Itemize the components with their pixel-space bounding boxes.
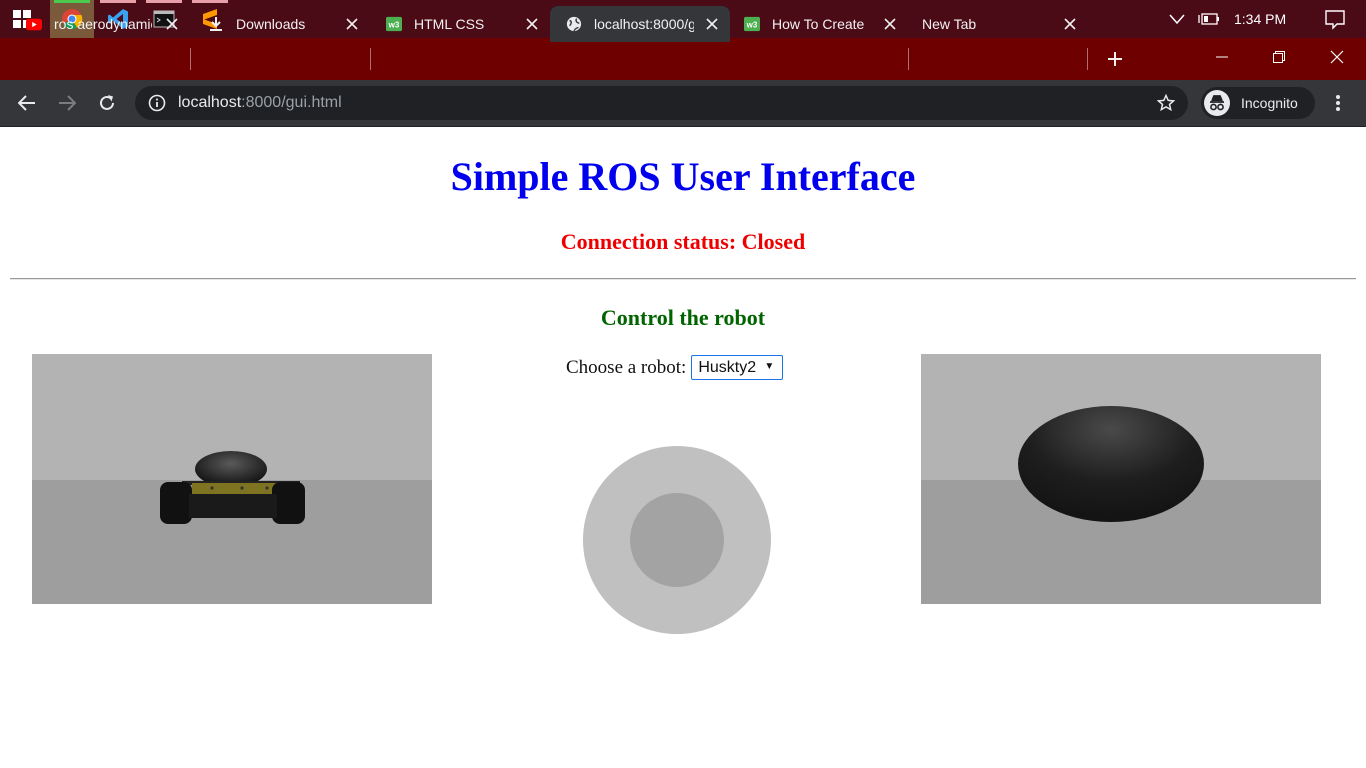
minimize-button[interactable] xyxy=(1193,38,1251,76)
page-title: Simple ROS User Interface xyxy=(450,154,916,199)
tab-title: HTML CSS xyxy=(414,16,485,32)
kebab-menu-icon xyxy=(1336,95,1340,111)
taskbar-running-indicator xyxy=(54,0,90,3)
url-host: localhost xyxy=(178,94,242,111)
divider xyxy=(10,278,1356,280)
joystick-knob[interactable] xyxy=(630,493,724,587)
incognito-icon xyxy=(1204,90,1230,116)
tab-title: localhost:8000/gui.html xyxy=(594,16,694,32)
back-button[interactable] xyxy=(13,89,41,117)
address-bar[interactable]: localhost:8000/gui.html xyxy=(135,86,1188,120)
url-path: :8000/gui.html xyxy=(241,94,342,111)
url-text[interactable]: localhost:8000/gui.html xyxy=(178,94,342,112)
youtube-icon xyxy=(26,16,42,32)
plus-icon xyxy=(1108,52,1122,66)
tab-how-to-create[interactable]: w3 How To Create xyxy=(718,6,908,42)
close-icon[interactable] xyxy=(1062,16,1078,32)
taskbar-running-indicator xyxy=(100,0,136,3)
svg-text:w3: w3 xyxy=(746,21,758,30)
restore-button[interactable] xyxy=(1250,38,1308,76)
camera-view-left xyxy=(32,354,432,604)
camera-view-right xyxy=(921,354,1321,604)
web-page: Simple ROS User Interface Connection sta… xyxy=(0,127,1366,768)
w3schools-icon: w3 xyxy=(386,16,402,32)
tab-title: Downloads xyxy=(236,16,306,32)
joystick-base[interactable] xyxy=(583,446,771,634)
robot-select[interactable]: Huskty2 ▼ xyxy=(691,355,784,380)
chevron-down-icon[interactable] xyxy=(1168,13,1186,25)
new-tab-button[interactable] xyxy=(1100,44,1130,74)
svg-text:w3: w3 xyxy=(388,21,400,30)
dome-view xyxy=(1018,406,1204,522)
close-icon xyxy=(1330,50,1344,64)
forward-button[interactable] xyxy=(53,89,81,117)
control-heading: Control the robot xyxy=(600,305,766,330)
restore-icon xyxy=(1273,51,1285,63)
connection-status: Connection status: Closed xyxy=(560,229,806,254)
taskbar-running-indicator xyxy=(146,0,182,3)
tab-title: ros aerodynamics xyxy=(54,16,152,32)
tab-separator xyxy=(1087,48,1088,70)
system-tray: 1:34 PM xyxy=(1168,0,1346,38)
tab-title: How To Create xyxy=(772,16,865,32)
close-icon[interactable] xyxy=(164,16,180,32)
tab-localhost-gui[interactable]: localhost:8000/gui.html xyxy=(550,6,730,42)
arrow-left-icon xyxy=(18,95,35,111)
tab-separator xyxy=(190,48,191,70)
incognito-label: Incognito xyxy=(1241,95,1298,111)
close-window-button[interactable] xyxy=(1308,38,1366,76)
tab-new-tab[interactable]: New Tab xyxy=(898,6,1088,42)
robot-select-label: Choose a robot: xyxy=(566,356,687,378)
close-icon[interactable] xyxy=(524,16,540,32)
robot-chooser: Choose a robot: Huskty2 ▼ xyxy=(566,355,784,380)
robot-select-value: Huskty2 xyxy=(698,358,757,376)
arrow-right-icon xyxy=(59,95,76,111)
close-icon[interactable] xyxy=(882,16,898,32)
notification-icon[interactable] xyxy=(1324,8,1346,30)
browser-toolbar: localhost:8000/gui.html Incognito xyxy=(0,80,1366,127)
tab-title: New Tab xyxy=(922,16,977,32)
tab-separator xyxy=(370,48,371,70)
browser-tab-strip xyxy=(0,38,1366,80)
download-icon xyxy=(208,16,224,32)
menu-button[interactable] xyxy=(1324,89,1352,117)
dropdown-arrow-icon: ▼ xyxy=(764,361,775,372)
tab-html-css[interactable]: w3 HTML CSS xyxy=(360,6,550,42)
close-icon[interactable] xyxy=(344,16,360,32)
robot-rear-view xyxy=(160,451,305,524)
globe-icon xyxy=(566,16,582,32)
tab-ros-aerodynamics[interactable]: ros aerodynamics xyxy=(0,6,190,42)
w3schools-icon: w3 xyxy=(744,16,760,32)
tab-downloads[interactable]: Downloads xyxy=(182,6,370,42)
minimize-icon xyxy=(1216,56,1228,58)
reload-icon xyxy=(100,95,114,110)
star-icon[interactable] xyxy=(1157,94,1175,112)
reload-button[interactable] xyxy=(93,89,121,117)
tab-separator xyxy=(908,48,909,70)
taskbar-clock[interactable]: 1:34 PM xyxy=(1234,11,1286,27)
incognito-indicator[interactable]: Incognito xyxy=(1201,87,1315,119)
taskbar-running-indicator xyxy=(192,0,228,3)
battery-icon[interactable] xyxy=(1198,12,1220,26)
info-icon[interactable] xyxy=(148,94,166,112)
